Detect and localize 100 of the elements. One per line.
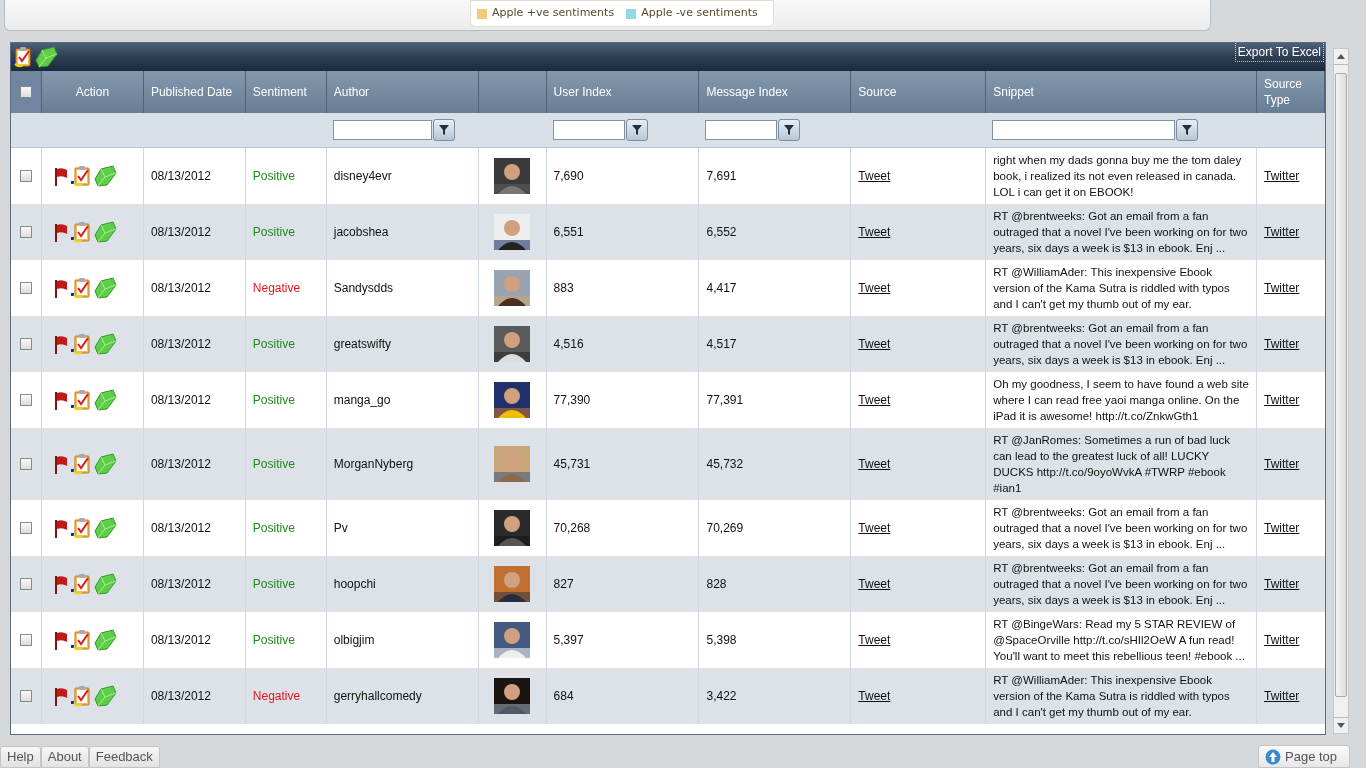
column-header[interactable]: Author [326, 71, 479, 113]
user-index-text: 7,690 [553, 168, 584, 185]
source-type-link[interactable]: Twitter [1264, 167, 1300, 185]
message-index-text: 7,691 [706, 168, 737, 185]
clipboard-check-icon[interactable] [70, 573, 91, 595]
flag-icon[interactable] [52, 279, 69, 299]
source-link[interactable]: Tweet [858, 631, 891, 649]
footer-tab[interactable]: About [40, 746, 89, 768]
select-all-checkbox[interactable] [20, 86, 32, 98]
source-type-link[interactable]: Twitter [1264, 575, 1300, 593]
row-checkbox[interactable] [20, 226, 32, 238]
user-index-text: 70,268 [553, 520, 591, 537]
column-header[interactable]: Source [851, 71, 987, 113]
author-text: olbigjim [333, 632, 375, 649]
scrollbar-thumb[interactable] [1335, 73, 1347, 697]
source-link[interactable]: Tweet [858, 279, 891, 297]
message-index-text: 4,417 [706, 280, 737, 297]
column-header[interactable]: Action [41, 71, 144, 113]
row-checkbox[interactable] [20, 282, 32, 294]
snippet-text: RT @brentweeks: Got an email from a fan outraged that a novel I've been working on for two years, six days a week is $13 in ebook. Enj ... [993, 209, 1249, 256]
date-text: 08/13/2012 [150, 520, 211, 537]
source-type-link[interactable]: Twitter [1264, 631, 1300, 649]
row-checkbox[interactable] [20, 458, 32, 470]
column-header[interactable]: Sentiment [245, 71, 327, 113]
user-index-text: 45,731 [553, 456, 591, 473]
filter-button[interactable] [432, 119, 455, 141]
source-link[interactable]: Tweet [858, 575, 891, 593]
source-type-link[interactable]: Twitter [1264, 391, 1300, 409]
clipboard-check-icon[interactable] [70, 333, 91, 355]
flag-icon[interactable] [52, 223, 69, 243]
flag-icon[interactable] [52, 687, 69, 707]
source-link[interactable]: Tweet [858, 455, 891, 473]
legend-label: Apple +ve sentiments [492, 5, 615, 22]
footer-tab[interactable]: Feedback [88, 746, 160, 768]
source-type-link[interactable]: Twitter [1264, 223, 1300, 241]
flag-icon[interactable] [52, 167, 69, 187]
source-type-link[interactable]: Twitter [1264, 687, 1300, 705]
sentiment-text: Positive [252, 456, 295, 473]
snippet-text: RT @brentweeks: Got an email from a fan outraged that a novel I've been working on for two years, six days a week is $13 in ebook. Enj ... [993, 505, 1249, 552]
source-link[interactable]: Tweet [858, 167, 891, 185]
filter-field[interactable] [552, 120, 625, 140]
flag-icon[interactable] [52, 455, 69, 475]
footer-tab[interactable]: Help [0, 746, 41, 768]
author-text: manga_go [333, 392, 391, 409]
scroll-up-icon[interactable] [1337, 54, 1345, 59]
flag-icon[interactable] [52, 391, 69, 411]
filter-button[interactable] [778, 119, 801, 141]
row-checkbox[interactable] [20, 394, 32, 406]
column-header[interactable]: Message Index [699, 71, 852, 113]
flag-icon[interactable] [52, 575, 69, 595]
filter-button[interactable] [625, 119, 648, 141]
flag-icon[interactable] [52, 631, 69, 651]
source-link[interactable]: Tweet [858, 335, 891, 353]
date-text: 08/13/2012 [150, 168, 211, 185]
clipboard-check-icon[interactable] [70, 389, 91, 411]
author-text: hoopchi [333, 576, 376, 593]
row-checkbox[interactable] [20, 578, 32, 590]
source-type-link[interactable]: Twitter [1264, 519, 1300, 537]
user-index-text: 6,551 [553, 224, 584, 241]
sentiment-text: Negative [252, 280, 301, 297]
column-header[interactable]: Snippet [986, 71, 1257, 113]
column-header[interactable]: Published Date [143, 71, 246, 113]
source-link[interactable]: Tweet [858, 687, 891, 705]
filter-field[interactable] [705, 120, 778, 140]
source-link[interactable]: Tweet [858, 223, 891, 241]
source-type-link[interactable]: Twitter [1264, 455, 1300, 473]
clipboard-check-icon[interactable] [70, 685, 91, 707]
flag-icon[interactable] [52, 335, 69, 355]
clipboard-check-icon[interactable] [70, 453, 91, 475]
user-index-text: 5,397 [553, 632, 584, 649]
scrollbar[interactable] [1333, 48, 1349, 734]
filter-field[interactable] [992, 120, 1176, 140]
column-header[interactable]: Source Type [1257, 71, 1325, 113]
row-checkbox[interactable] [20, 170, 32, 182]
filter-field[interactable] [332, 120, 432, 140]
source-type-link[interactable]: Twitter [1264, 335, 1300, 353]
source-type-link[interactable]: Twitter [1264, 279, 1300, 297]
source-link[interactable]: Tweet [858, 519, 891, 537]
row-checkbox[interactable] [20, 634, 32, 646]
clipboard-check-icon[interactable] [12, 46, 32, 68]
column-header[interactable]: User Index [546, 71, 700, 113]
gem-icon[interactable] [34, 46, 58, 68]
page-top-button[interactable]: Page top [1258, 745, 1350, 768]
filter-button[interactable] [1176, 119, 1199, 141]
clipboard-check-icon[interactable] [70, 517, 91, 539]
message-index-text: 3,422 [706, 688, 737, 705]
scroll-down-icon[interactable] [1337, 723, 1345, 728]
clipboard-check-icon[interactable] [70, 277, 91, 299]
clipboard-check-icon[interactable] [70, 221, 91, 243]
clipboard-check-icon[interactable] [70, 165, 91, 187]
clipboard-check-icon[interactable] [70, 629, 91, 651]
row-checkbox[interactable] [20, 338, 32, 350]
source-link[interactable]: Tweet [858, 391, 891, 409]
user-index-text: 883 [553, 280, 574, 297]
row-checkbox[interactable] [20, 690, 32, 702]
message-index-text: 5,398 [706, 632, 737, 649]
export-to-excel-button[interactable]: Export To Excel [1234, 43, 1324, 62]
row-checkbox[interactable] [20, 522, 32, 534]
flag-icon[interactable] [52, 519, 69, 539]
author-text: MorganNyberg [333, 456, 414, 473]
